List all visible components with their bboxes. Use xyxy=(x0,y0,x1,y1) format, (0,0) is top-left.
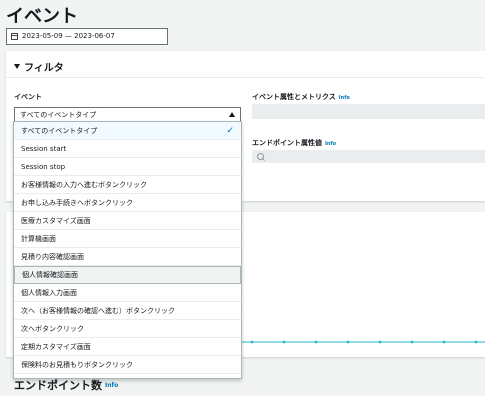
endpoint-attr-search-input[interactable] xyxy=(252,150,485,163)
dropdown-option[interactable]: Session stop xyxy=(14,158,241,176)
option-label: 次へ（お客様情報の確認へ進む）ボタンクリック xyxy=(21,306,175,315)
dropdown-option[interactable]: 個人情報確認画面 xyxy=(14,266,241,284)
dropdown-option[interactable]: 見積り内容確認画面 xyxy=(14,248,241,266)
dropdown-option[interactable]: Session start xyxy=(14,140,241,158)
filter-panel-toggle[interactable]: フィルタ xyxy=(14,59,64,74)
check-icon: ✓ xyxy=(226,125,234,136)
option-label: Session start xyxy=(21,144,67,153)
option-label: 見積り内容確認画面 xyxy=(21,252,84,261)
endpoint-attr-info-link[interactable]: Info xyxy=(325,141,336,147)
option-label: お客様情報の入力へ進むボタンクリック xyxy=(21,180,147,189)
dropdown-option[interactable]: 次へ（お客様情報の確認へ進む）ボタンクリック xyxy=(14,302,241,320)
dropdown-option[interactable]: すべてのイベントタイプ ✓ xyxy=(14,122,241,140)
dropdown-option[interactable]: 定期カスタマイズ画面 xyxy=(14,338,241,356)
option-label: 保険料のお見積もりボタンクリック xyxy=(21,360,133,369)
option-label: 個人情報確認画面 xyxy=(22,271,78,279)
dropdown-option[interactable]: 医療カスタマイズ画面 xyxy=(14,212,241,230)
metric-label-row: イベント属性とメトリクス Info xyxy=(252,92,350,102)
metric-info-link[interactable]: Info xyxy=(339,95,350,101)
event-type-select[interactable]: すべてのイベントタイプ xyxy=(14,107,241,122)
search-icon xyxy=(257,153,264,160)
option-label: Session stop xyxy=(21,162,66,171)
dropdown-option[interactable]: お客様情報の入力へ進むボタンクリック xyxy=(14,176,241,194)
calendar-icon xyxy=(11,33,18,40)
chart-line xyxy=(240,340,485,344)
page-title: イベント xyxy=(6,6,78,27)
filter-title: フィルタ xyxy=(24,63,64,74)
event-label: イベント xyxy=(14,93,42,101)
caret-up-icon xyxy=(229,112,235,117)
dropdown-option[interactable]: 個人情報入力画面 xyxy=(14,284,241,302)
option-label: 医療カスタマイズ画面 xyxy=(21,216,91,225)
option-label: 計算機画面 xyxy=(21,234,56,243)
option-label: すべてのイベントタイプ xyxy=(21,126,98,135)
endpoint-count-heading: エンドポイント数 Info xyxy=(14,377,118,393)
panel-divider xyxy=(6,77,485,78)
metric-label: イベント属性とメトリクス xyxy=(252,93,336,101)
dropdown-option[interactable]: お申し込み手続きへボタンクリック xyxy=(14,194,241,212)
endpoint-attr-label: エンドポイント属性値 xyxy=(252,139,322,147)
option-label: 個人情報入力画面 xyxy=(21,288,77,297)
caret-down-icon xyxy=(14,64,20,69)
option-label: 次へボタンクリック xyxy=(21,324,84,333)
date-range-value: 2023-05-09 — 2023-06-07 xyxy=(22,32,115,40)
endpoint-info-link[interactable]: Info xyxy=(105,382,118,389)
option-label: 定期カスタマイズ画面 xyxy=(21,342,91,351)
dropdown-option[interactable]: 保険料のお見積もりボタンクリック xyxy=(14,356,241,374)
event-select-value: すべてのイベントタイプ xyxy=(20,110,97,119)
dropdown-option[interactable]: 計算機画面 xyxy=(14,230,241,248)
event-type-dropdown: すべてのイベントタイプ ✓ Session start Session stop… xyxy=(13,121,242,379)
date-range-picker[interactable]: 2023-05-09 — 2023-06-07 xyxy=(6,28,168,45)
option-label: お申し込み手続きへボタンクリック xyxy=(21,198,133,207)
endpoint-attr-label-row: エンドポイント属性値 Info xyxy=(252,138,336,148)
endpoint-count-title: エンドポイント数 xyxy=(14,379,102,392)
metric-select[interactable] xyxy=(252,104,485,119)
dropdown-option[interactable]: 次へボタンクリック xyxy=(14,320,241,338)
